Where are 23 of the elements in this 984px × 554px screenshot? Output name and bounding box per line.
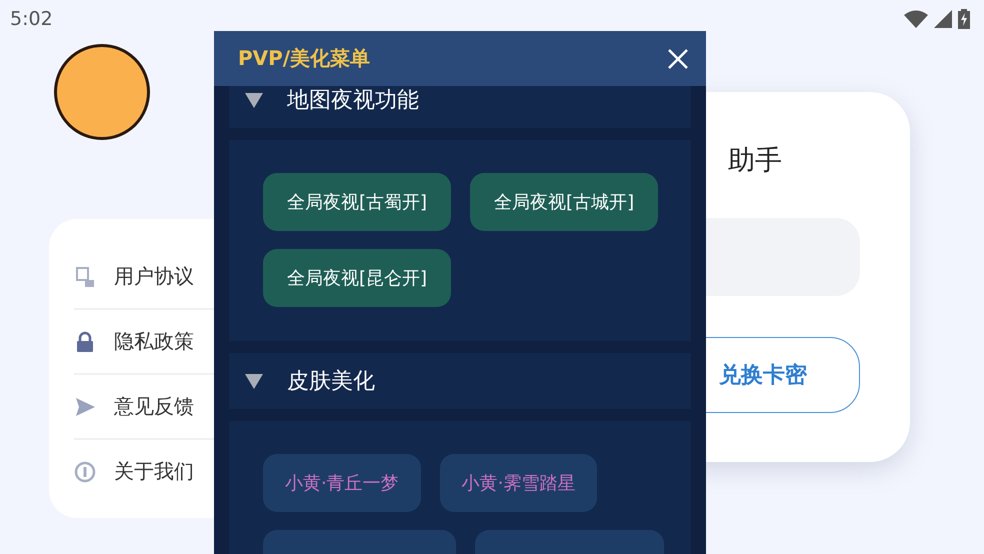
menu-item[interactable]: 关于我们 — [114, 458, 194, 485]
skin-button[interactable]: 小黄·青丘一梦 — [263, 454, 421, 512]
section-title: 皮肤美化 — [287, 368, 375, 396]
feature-button[interactable]: 全局夜视[古蜀开] — [263, 173, 452, 231]
feature-button[interactable]: 全局夜视[昆仑开] — [263, 249, 452, 307]
feature-button[interactable]: 全局夜视[古城开] — [470, 173, 658, 231]
section-title: 地图夜视功能 — [287, 87, 419, 115]
menu-item[interactable]: 意见反馈 — [114, 393, 194, 420]
info-icon — [74, 460, 96, 484]
menu-item[interactable]: 隐私政策 — [114, 328, 194, 355]
battery-icon — [958, 9, 970, 29]
status-time: 5:02 — [10, 8, 53, 30]
lock-icon — [74, 330, 96, 354]
panel-title: PVP/美化菜单 — [238, 45, 370, 72]
section-header[interactable]: 皮肤美化 — [229, 353, 691, 409]
skin-button[interactable]: 小黄·霁雪踏星 — [440, 454, 598, 512]
menu-item[interactable]: 用户协议 — [114, 263, 194, 290]
document-icon — [74, 264, 96, 288]
card-title: 助手 — [728, 144, 782, 178]
signal-icon — [934, 10, 952, 28]
close-button[interactable] — [666, 46, 690, 70]
wifi-icon — [904, 10, 928, 28]
section-header[interactable]: 地图夜视功能 — [229, 86, 691, 128]
